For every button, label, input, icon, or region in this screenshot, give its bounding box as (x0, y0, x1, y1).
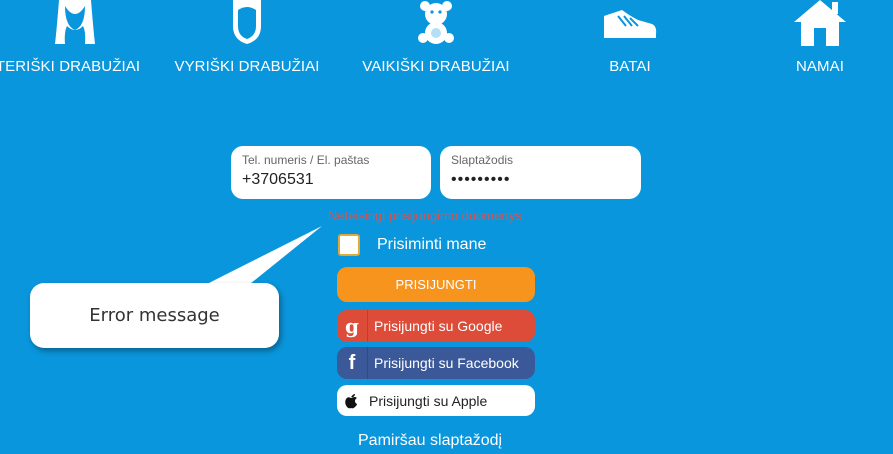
google-login-button[interactable]: g Prisijungti su Google (337, 310, 535, 342)
facebook-icon: f (337, 347, 368, 379)
callout-text: Error message (89, 305, 220, 326)
login-button-label: PRISIJUNGTI (395, 277, 477, 292)
error-message: Neteisingi prisijungimo duomenys (328, 208, 522, 223)
nav-label-kids: VAIKIŠKI DRABUŽIAI (362, 58, 510, 75)
remember-checkbox[interactable] (338, 234, 360, 256)
house-icon (794, 0, 846, 46)
password-field[interactable]: Slaptažodis (440, 146, 641, 199)
nav-label-shoes: BATAI (609, 58, 651, 75)
man-icon (233, 0, 261, 44)
error-callout: Error message (30, 283, 279, 348)
teddy-bear-icon (418, 1, 454, 44)
phone-email-field[interactable]: Tel. numeris / El. paštas (231, 146, 431, 199)
login-button[interactable]: PRISIJUNGTI (337, 267, 535, 302)
google-icon: g (337, 310, 368, 342)
password-input[interactable] (451, 171, 630, 189)
facebook-button-label: Prisijungti su Facebook (374, 355, 519, 371)
apple-button-label: Prisijungti su Apple (369, 392, 488, 409)
forgot-password-link[interactable]: Pamiršau slaptažodį (358, 432, 502, 450)
remember-label[interactable]: Prisiminti mane (377, 236, 486, 254)
facebook-login-button[interactable]: f Prisijungti su Facebook (337, 347, 535, 379)
apple-login-button[interactable]: Prisijungti su Apple (337, 385, 535, 416)
woman-icon (55, 0, 95, 44)
phone-email-label: Tel. numeris / El. paštas (242, 153, 370, 167)
shoe-icon (604, 10, 657, 38)
nav-label-home: NAMAI (795, 58, 845, 75)
nav-label-men: VYRIŠKI DRABUŽIAI (174, 58, 320, 75)
google-button-label: Prisijungti su Google (374, 318, 503, 334)
apple-icon (337, 385, 365, 416)
phone-email-input[interactable] (242, 171, 420, 189)
nav-label-women: TERIŠKI DRABUŽIAI (0, 58, 141, 75)
password-label: Slaptažodis (451, 153, 514, 167)
